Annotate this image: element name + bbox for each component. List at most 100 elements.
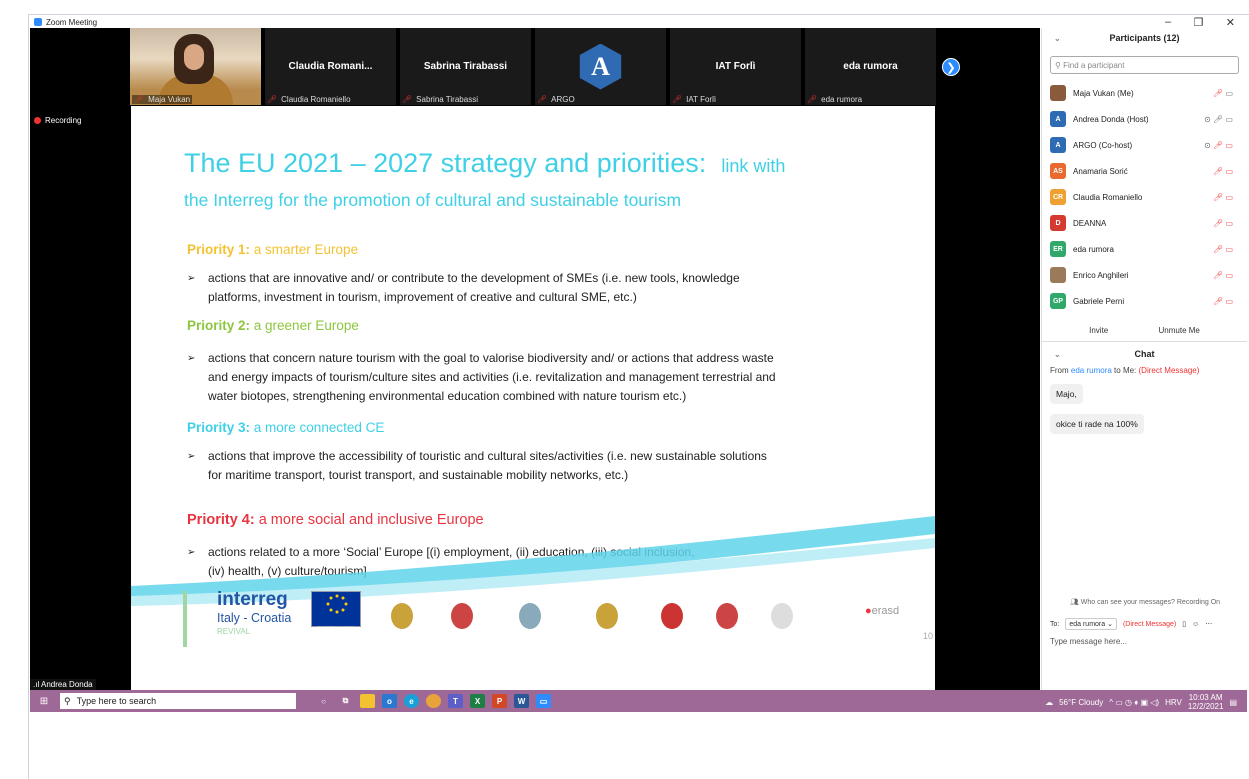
participant-search-input[interactable]: ⚲ Find a participant [1050,56,1239,74]
priority-3-heading: Priority 3: a more connected CE [187,420,385,435]
windows-taskbar: ⊞ ⚲ Type here to search ○ ⧉ o e T X P W ▭… [30,690,1247,712]
clock[interactable]: 10:03 AM 12/2/2021 [1188,693,1224,711]
recording-indicator[interactable]: Recording [34,116,81,125]
tile-display-name: Sabrina Tirabassi [423,61,508,72]
tile-display-name: eda rumora [843,61,898,72]
chat-sender-line: From eda rumora to Me: (Direct Message) [1050,366,1200,375]
partner-logos: interreg Italy - Croatia REVIVAL EUROPEA… [171,589,933,651]
participant-row[interactable]: AS Anamaria Sorić 🎤︎ ▭ [1042,158,1247,184]
avatar: A [1050,137,1066,153]
file-explorer-icon[interactable] [360,694,375,708]
slide-title-link: link with [721,156,786,176]
excel-icon[interactable]: X [470,694,485,708]
side-panel: ⌄ Participants (12) ⚲ Find a participant … [1041,28,1247,690]
tile-display-name: IAT Forlì [715,61,756,72]
recipient-dropdown[interactable]: eda rumora ⌄ [1065,618,1117,630]
people-icon: 👥︎ [1069,599,1081,606]
tile-name: IAT Forlì [686,95,717,104]
mic-muted-icon: 🎤︎ [537,95,548,104]
participant-row[interactable]: Maja Vukan (Me) 🎤︎ ▭ [1042,80,1247,106]
participant-row[interactable]: Enrico Anghileri 🎤︎ ▭ [1042,262,1247,288]
chat-header: ⌄ Chat [1054,349,1155,359]
gallery-strip: 🎤︎ Maja Vukan Claudia Romani... 🎤︎ Claudia… [130,28,965,105]
chrome-icon[interactable] [426,694,441,708]
taskbar-search-input[interactable]: ⚲ Type here to search [60,693,296,709]
participant-row[interactable]: ER eda rumora 🎤︎ ▭ [1042,236,1247,262]
tile-name: Claudia Romaniello [281,95,351,104]
avatar: ER [1050,241,1066,257]
participant-status-icons: 🎤︎ ▭ [1213,88,1233,98]
outlook-icon[interactable]: o [382,694,397,708]
participant-row[interactable]: A Andrea Donda (Host) ⊙ 🎤︎ ▭ [1042,106,1247,132]
collapse-chevron-icon[interactable]: ⌄ [1054,34,1061,43]
avatar: GP [1050,293,1066,309]
tray-icons[interactable]: ^ ▭ ◷ ♦ ▣ ◁) [1109,698,1159,707]
task-view-icon[interactable]: ⧉ [338,694,353,708]
tile-name: Sabrina Tirabassi [416,95,478,104]
avatar: A [1050,111,1066,127]
edge-icon[interactable]: e [404,694,419,708]
video-tile-claudia[interactable]: Claudia Romani... 🎤︎ Claudia Romaniello [265,28,396,105]
teams-icon[interactable]: T [448,694,463,708]
video-tile-maja[interactable]: 🎤︎ Maja Vukan [130,28,261,105]
active-speaker-label: .ıl Andrea Donda [30,679,96,690]
slide-page-number: 10 [923,631,934,641]
municipality-seal-icon [771,603,793,629]
record-dot-icon [34,117,41,124]
taskbar-apps: ○ ⧉ o e T X P W ▭ [316,694,551,708]
municipality-seal-icon [519,603,541,629]
mic-muted-icon: 🎤︎ [807,95,818,104]
signal-icon: .ıl [33,680,42,689]
more-icon[interactable]: ⋯ [1205,620,1212,628]
search-icon: ⚲ [1055,60,1064,70]
collapse-chevron-icon[interactable]: ⌄ [1054,350,1061,359]
next-page-arrow-icon[interactable]: ❯ [942,58,960,76]
mic-muted-icon: 🎤︎ [672,95,683,104]
weather-text[interactable]: 56°F Cloudy [1059,698,1103,707]
invite-button[interactable]: Invite [1089,326,1108,335]
slide-title: The EU 2021 – 2027 strategy and prioriti… [184,148,786,178]
chat-visibility-notice[interactable]: 👥︎ Who can see your messages? Recording … [1042,598,1248,606]
avatar: AS [1050,163,1066,179]
notifications-icon[interactable]: ▤ [1229,698,1237,707]
language-indicator[interactable]: HRV [1165,698,1182,707]
priority-1-bullet: actions that are innovative and/ or cont… [187,269,907,307]
chat-message-input[interactable]: Type message here... [1050,637,1127,646]
zoom-app-icon [34,18,42,26]
mic-muted-icon: 🎤︎ [134,95,145,104]
cortana-icon[interactable]: ○ [316,694,331,708]
search-icon: ⚲ [64,695,71,706]
chat-message: okice ti rade na 100% [1050,414,1144,434]
participant-row[interactable]: GP Gabriele Perni 🎤︎ ▭ [1042,288,1247,314]
video-tile-eda[interactable]: eda rumora 🎤︎ eda rumora [805,28,936,105]
participant-row[interactable]: CR Claudia Romaniello 🎤︎ ▭ [1042,184,1247,210]
priority-1-heading: Priority 1: a smarter Europe [187,242,359,257]
video-tile-sabrina[interactable]: Sabrina Tirabassi 🎤︎ Sabrina Tirabassi [400,28,531,105]
tile-name: Maja Vukan [148,95,191,104]
unmute-me-button[interactable]: Unmute Me [1159,326,1200,335]
mic-muted-icon: 🎤︎ [402,95,413,104]
participant-status-icons: 🎤︎ ▭ [1213,244,1233,254]
avatar: CR [1050,189,1066,205]
participant-row[interactable]: D DEANNA 🎤︎ ▭ [1042,210,1247,236]
video-tile-argo[interactable]: A 🎤︎ ARGO [535,28,666,105]
erasd-logo: ●erasd [865,605,900,617]
participant-status-icons: 🎤︎ ▭ [1213,166,1233,176]
file-icon[interactable]: ▯ [1182,620,1186,628]
priority-2-bullet: actions that concern nature tourism with… [187,349,907,406]
zoom-taskbar-icon[interactable]: ▭ [536,694,551,708]
tile-display-name: Claudia Romani... [288,61,373,72]
participants-header: ⌄ Participants (12) [1054,33,1180,43]
word-icon[interactable]: W [514,694,529,708]
participant-row[interactable]: A ARGO (Co-host) ⊙ 🎤︎ ▭ [1042,132,1247,158]
avatar [1050,85,1066,101]
emoji-icon[interactable]: ☺ [1192,621,1199,628]
participant-status-icons: 🎤︎ ▭ [1213,192,1233,202]
tile-name: eda rumora [821,95,863,104]
argo-logo: A [579,43,622,90]
windows-start-icon[interactable]: ⊞ [34,696,54,707]
video-tile-iat[interactable]: IAT Forlì 🎤︎ IAT Forlì [670,28,801,105]
shared-slide: The EU 2021 – 2027 strategy and prioriti… [131,106,935,690]
system-tray: ☁ 56°F Cloudy ^ ▭ ◷ ♦ ▣ ◁) HRV 10:03 AM 1… [1045,693,1237,711]
powerpoint-icon[interactable]: P [492,694,507,708]
